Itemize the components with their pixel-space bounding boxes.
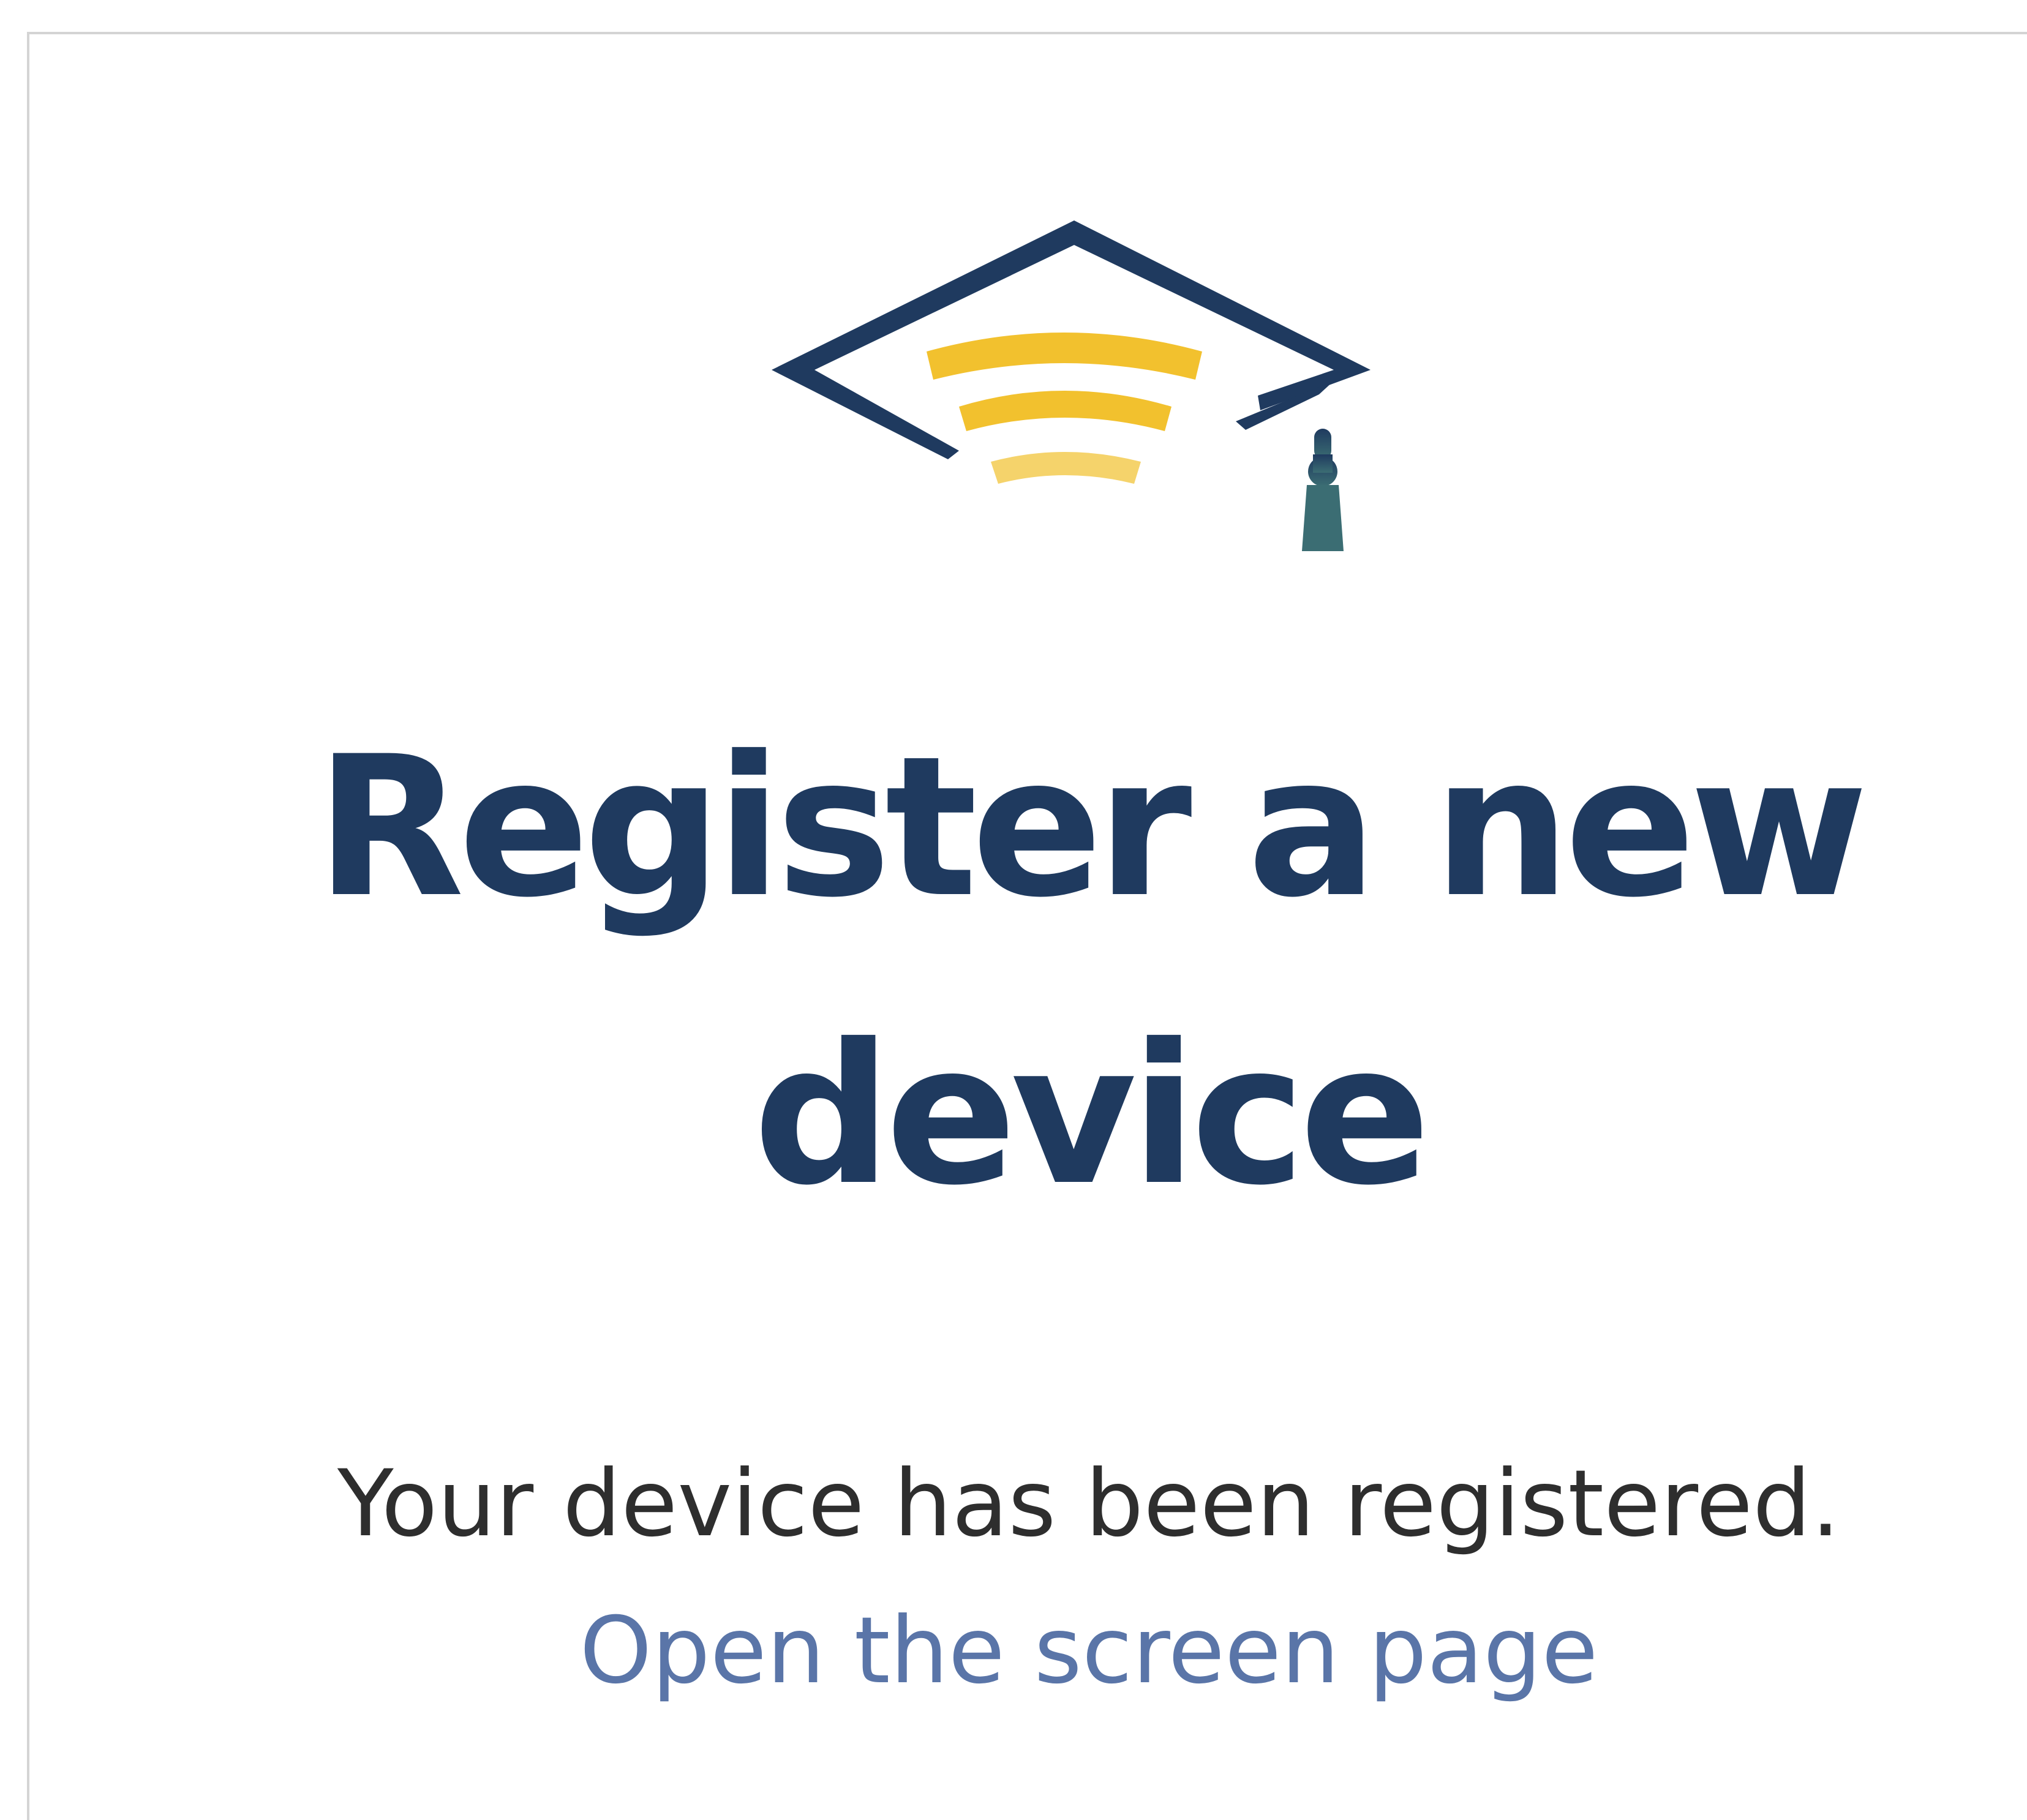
graduation-cap-wifi-icon	[772, 220, 1371, 551]
logo	[764, 216, 1377, 558]
open-screen-page-link[interactable]: Open the screen page	[213, 1590, 1965, 1712]
status-message: Your device has been registered.	[337, 1451, 1840, 1557]
page: Register a new device Your device has be…	[0, 0, 2027, 1820]
registration-card: Register a new device Your device has be…	[27, 32, 2027, 1820]
page-title: Register a new device	[315, 715, 1868, 1228]
